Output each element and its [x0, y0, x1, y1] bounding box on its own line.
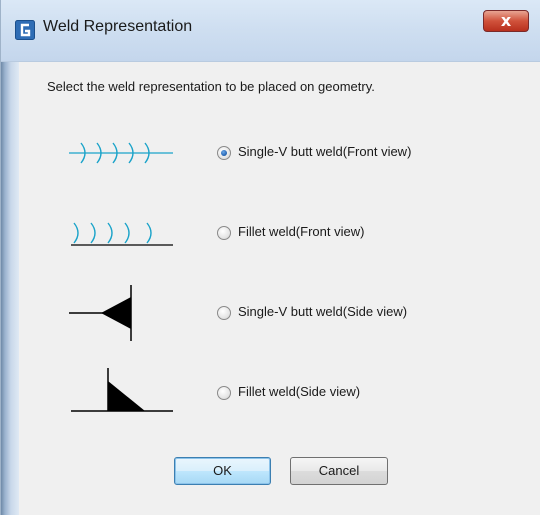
close-button[interactable]: x: [483, 10, 529, 32]
option-row-single-v-side: Single-V butt weld(Side view): [1, 283, 540, 343]
single-v-butt-weld-front-symbol-icon: [69, 142, 173, 164]
title-bar[interactable]: Weld Representation x: [1, 0, 540, 62]
option-label-single-v-side[interactable]: Single-V butt weld(Side view): [238, 304, 407, 319]
fillet-weld-side-symbol-icon: [71, 368, 173, 412]
option-row-single-v-front: Single-V butt weld(Front view): [1, 123, 540, 183]
app-logo-icon: [15, 20, 35, 40]
radio-single-v-side[interactable]: [217, 306, 231, 320]
option-row-fillet-side: Fillet weld(Side view): [1, 363, 540, 423]
option-label-single-v-front[interactable]: Single-V butt weld(Front view): [238, 144, 411, 159]
option-label-fillet-side[interactable]: Fillet weld(Side view): [238, 384, 360, 399]
radio-fillet-side[interactable]: [217, 386, 231, 400]
instruction-text: Select the weld representation to be pla…: [47, 79, 375, 94]
close-icon: x: [500, 11, 512, 30]
weld-representation-dialog: Weld Representation x Select the weld re…: [0, 0, 540, 515]
option-label-fillet-front[interactable]: Fillet weld(Front view): [238, 224, 364, 239]
option-row-fillet-front: Fillet weld(Front view): [1, 203, 540, 263]
window-title: Weld Representation: [43, 18, 193, 35]
fillet-weld-front-symbol-icon: [71, 222, 173, 246]
radio-fillet-front[interactable]: [217, 226, 231, 240]
radio-single-v-front[interactable]: [217, 146, 231, 160]
ok-button[interactable]: OK: [174, 457, 271, 485]
radio-selected-dot: [221, 150, 227, 156]
single-v-butt-weld-side-symbol-icon: [69, 285, 132, 341]
cancel-button[interactable]: Cancel: [290, 457, 388, 485]
